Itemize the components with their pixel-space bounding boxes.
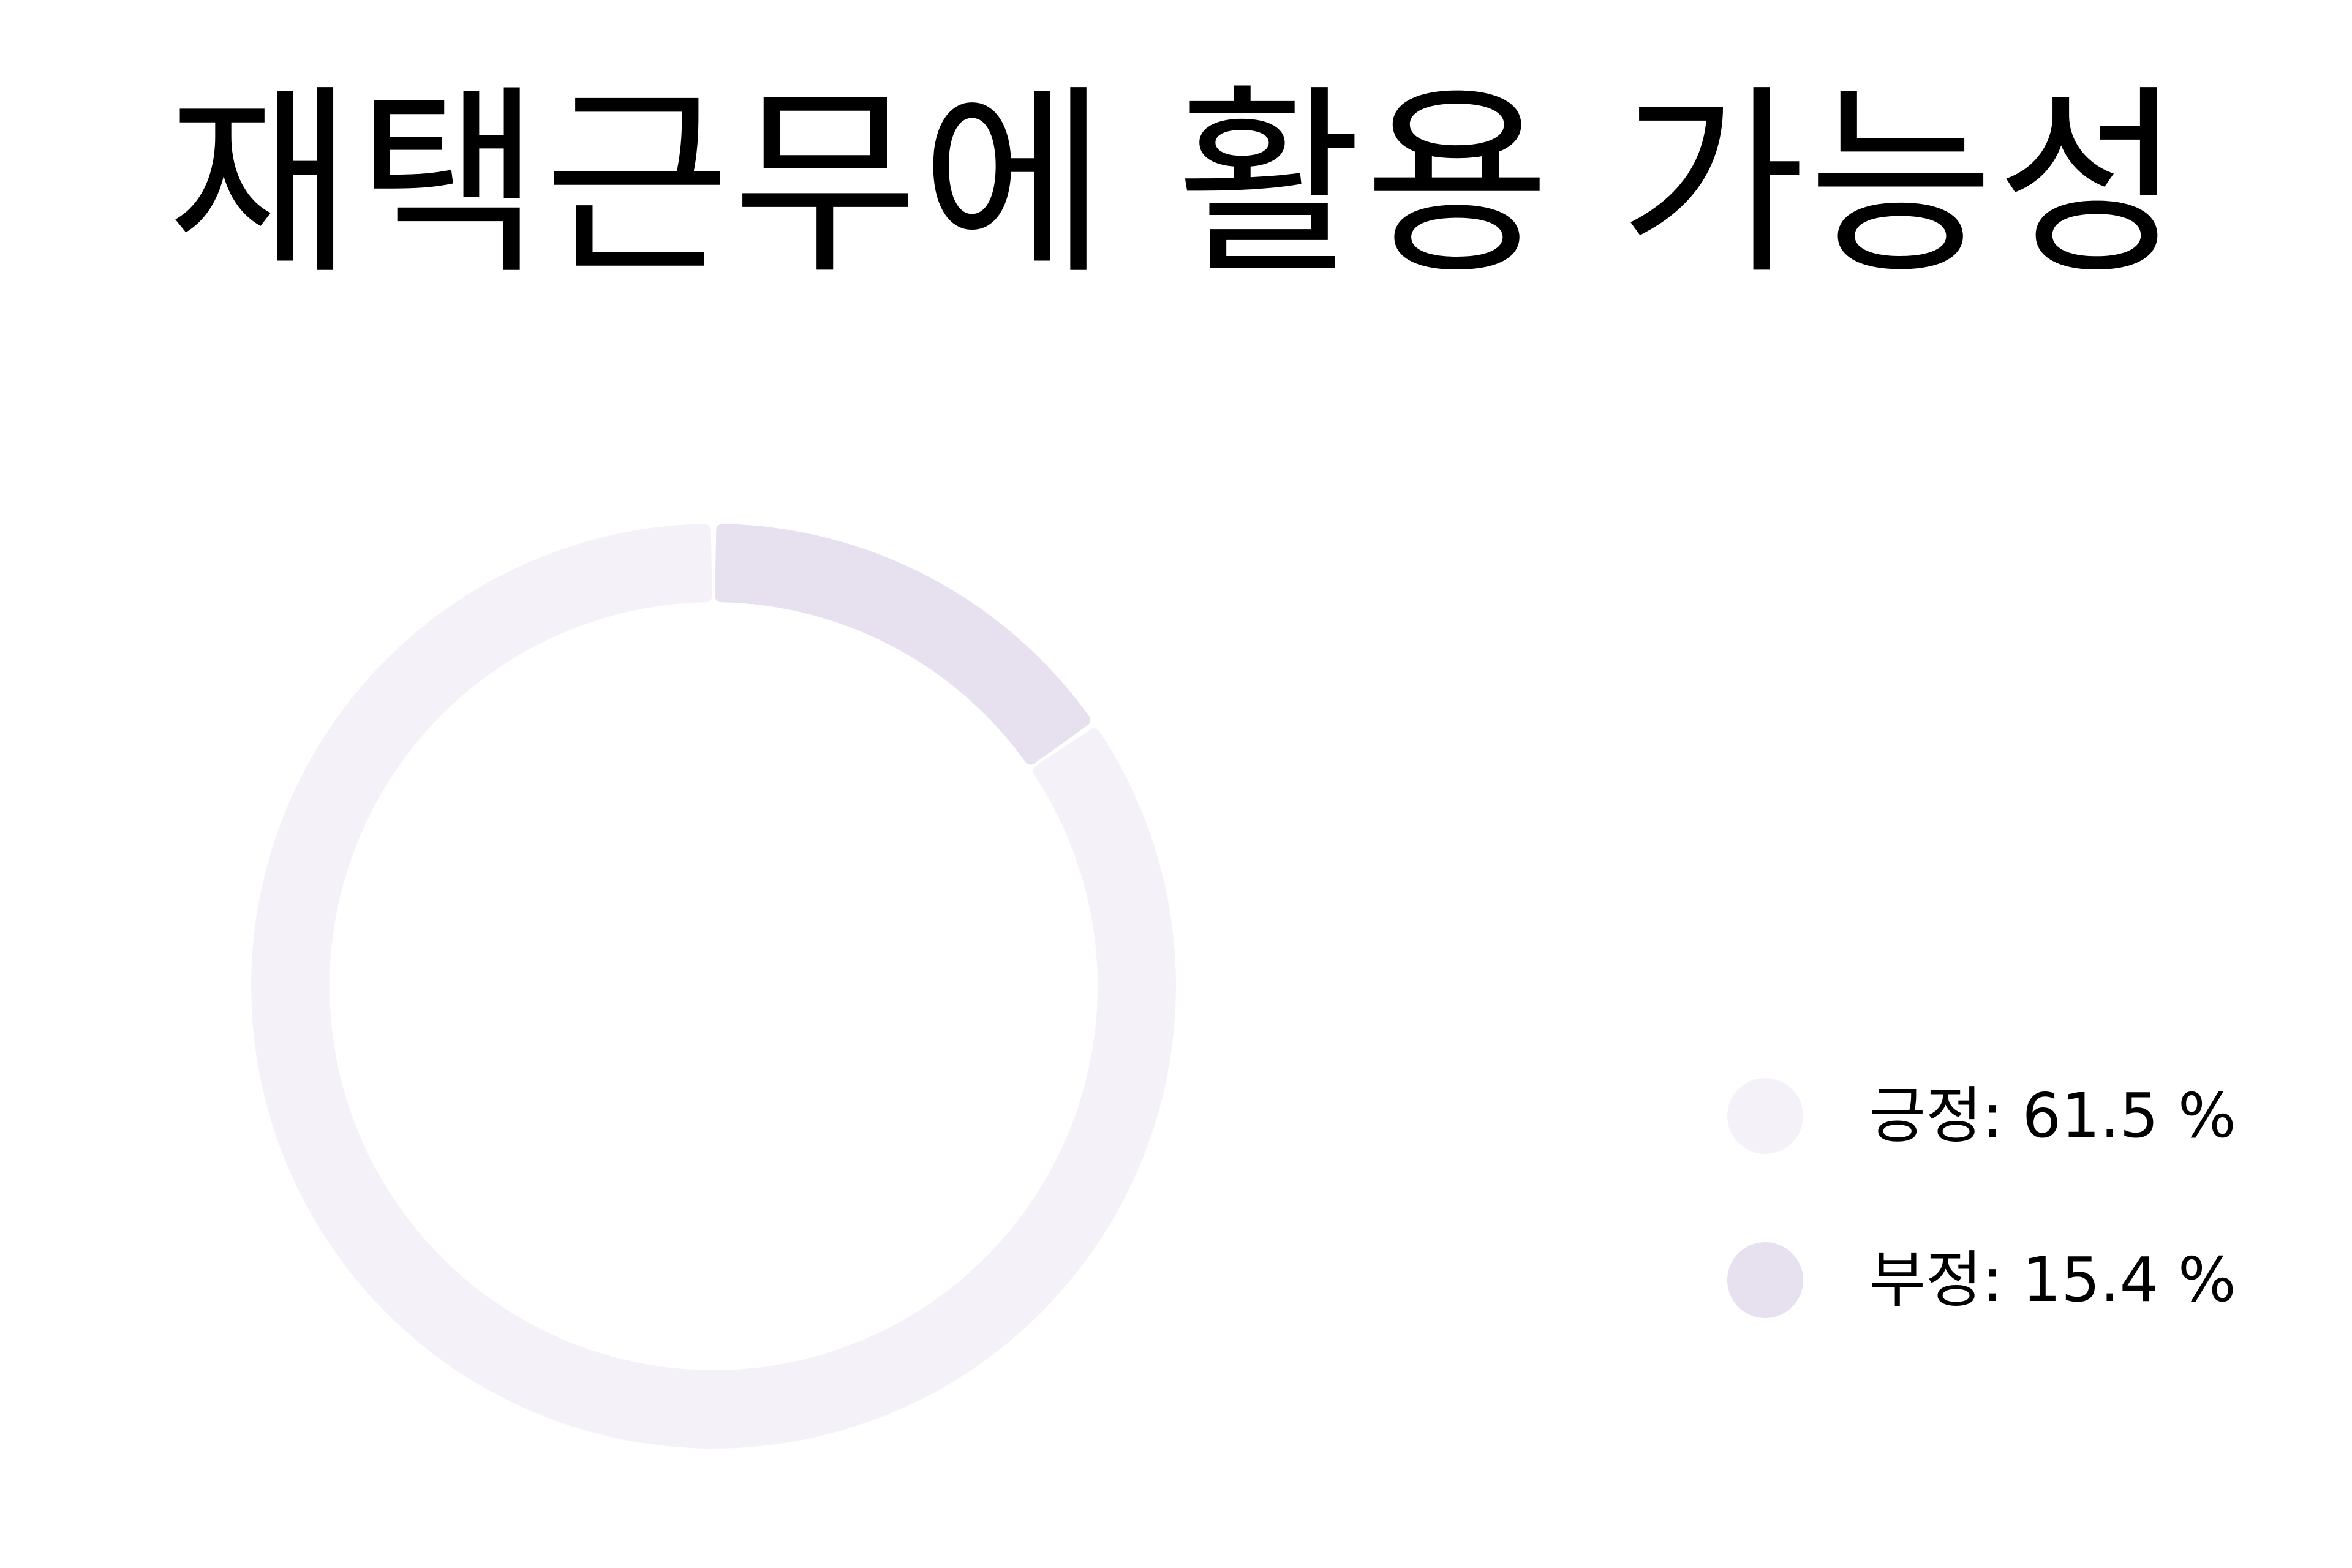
legend-label-negative: 부정: 15.4 % (1869, 1244, 2236, 1316)
legend: 긍정: 61.5 % 부정: 15.4 % (1727, 1078, 2340, 1406)
legend-item-positive: 긍정: 61.5 % (1727, 1078, 2340, 1154)
slice-negative (715, 524, 1091, 765)
legend-label-positive: 긍정: 61.5 % (1869, 1080, 2236, 1152)
legend-swatch-positive (1727, 1078, 1803, 1154)
legend-swatch-negative (1727, 1242, 1803, 1318)
legend-item-negative: 부정: 15.4 % (1727, 1242, 2340, 1318)
